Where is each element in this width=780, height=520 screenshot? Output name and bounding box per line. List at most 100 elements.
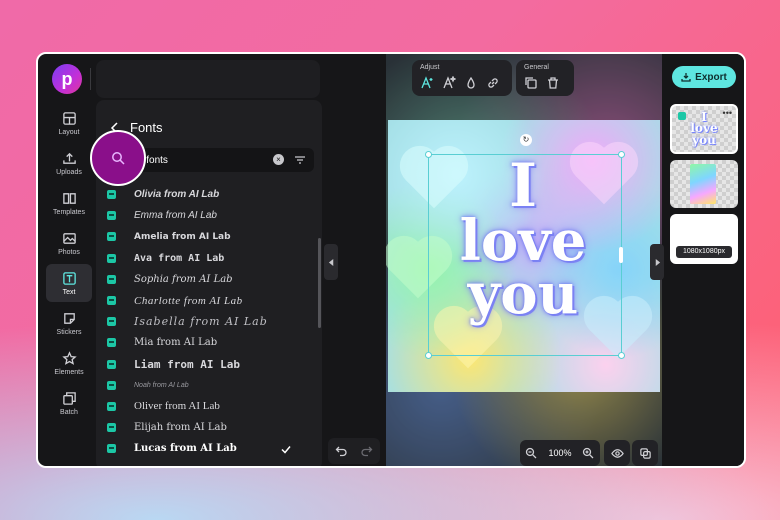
sticker-icon [63, 312, 75, 324]
font-name: Olivia from AI Lab [134, 189, 220, 201]
eye-icon [610, 448, 624, 458]
font-row[interactable]: Charlotte from AI Lab [96, 290, 322, 311]
font-row[interactable]: Liam from AI Lab [96, 354, 322, 375]
nav-label: Templates [53, 208, 85, 216]
star-icon [61, 350, 77, 365]
font-row[interactable]: Noah from AI Lab [96, 375, 322, 396]
left-nav: Layout Uploads Templates Photos Text Sti… [46, 104, 94, 466]
resize-handle[interactable] [618, 151, 625, 158]
ai-font-badge-icon [107, 338, 116, 348]
font-name: Lucas from AI Lab [134, 443, 237, 455]
top-bar [96, 60, 320, 98]
font-name: Oliver from AI Lab [134, 400, 220, 413]
font-name: Mia from AI Lab [134, 337, 218, 349]
font-row[interactable]: Oliver from AI Lab [96, 396, 322, 417]
ai-font-badge-icon [107, 444, 116, 454]
nav-item-stickers[interactable]: Stickers [46, 304, 92, 342]
font-name: Noah from AI Lab [134, 381, 189, 389]
nav-item-photos[interactable]: Photos [46, 224, 92, 262]
ai-font-badge-icon [107, 359, 116, 369]
trash-icon[interactable] [546, 76, 560, 90]
ai-font-badge-icon [107, 190, 116, 200]
batch-icon [62, 391, 76, 405]
rotate-icon[interactable]: ↻ [520, 134, 532, 146]
duplicate-icon[interactable] [524, 76, 538, 90]
collapse-panel-button[interactable] [324, 244, 338, 280]
resize-handle[interactable] [425, 151, 432, 158]
nav-item-text[interactable]: Text [46, 264, 92, 302]
font-row[interactable]: Olivia from AI Lab [96, 184, 322, 205]
undo-redo-group [328, 438, 380, 464]
zoom-in-icon[interactable] [582, 447, 594, 459]
link-icon[interactable] [486, 76, 500, 90]
selection-box[interactable] [425, 151, 625, 359]
page-thumb-image[interactable] [670, 160, 738, 208]
font-name: Charlotte from AI Lab [134, 294, 243, 307]
ai-font-badge-icon [107, 380, 116, 390]
toolbar-label: General [524, 64, 549, 71]
ai-font-badge-icon [107, 401, 116, 411]
font-name: Amelia from AI Lab [134, 231, 231, 242]
page-thumb-background[interactable]: 1080x1080px [670, 214, 738, 264]
page-thumb-text[interactable]: ••• I love you [670, 104, 738, 154]
toolbar-label: Adjust [420, 64, 440, 71]
font-row-selected[interactable]: Lucas from AI Lab [96, 438, 322, 459]
layers-button[interactable] [632, 440, 658, 466]
layout-icon [62, 111, 76, 125]
font-name: Ava from AI Lab [134, 252, 225, 264]
nav-item-batch[interactable]: Batch [46, 384, 92, 422]
export-label: Export [695, 71, 727, 83]
resize-handle[interactable] [425, 352, 432, 359]
filter-icon[interactable] [294, 154, 306, 166]
ai-font-badge-icon [107, 423, 116, 433]
undo-icon[interactable] [335, 445, 347, 457]
text-style-icon[interactable] [420, 76, 434, 90]
book-icon [62, 192, 76, 204]
text-icon [62, 271, 76, 285]
font-name: Elijah from AI Lab [134, 422, 227, 434]
side-resize-handle[interactable] [619, 247, 623, 263]
redo-icon[interactable] [361, 445, 373, 457]
chevron-right-icon [655, 258, 660, 266]
canvas-area[interactable]: I love you ↻ [386, 54, 662, 466]
font-row[interactable]: Emma from AI Lab [96, 205, 322, 226]
font-row[interactable]: Ava from AI Lab [96, 248, 322, 269]
chevron-left-icon [328, 258, 333, 266]
panel-scrollbar[interactable] [318, 238, 321, 328]
search-icon [112, 152, 125, 165]
nav-item-layout[interactable]: Layout [46, 104, 92, 142]
general-toolbar: General [516, 60, 574, 96]
nav-item-uploads[interactable]: Uploads [46, 144, 92, 182]
nav-label: Text [62, 288, 76, 296]
image-icon [62, 232, 76, 244]
ai-font-badge-icon [107, 211, 116, 221]
font-list: Olivia from AI Lab Emma from AI Lab Amel… [96, 184, 322, 459]
nav-item-templates[interactable]: Templates [46, 184, 92, 222]
clear-icon[interactable]: × [273, 154, 284, 165]
font-row[interactable]: Mia from AI Lab [96, 332, 322, 353]
font-row[interactable]: Sophia from AI Lab [96, 269, 322, 290]
app-logo[interactable]: p [52, 64, 82, 94]
nav-label: Uploads [56, 168, 82, 176]
font-row[interactable]: Elijah from AI Lab [96, 417, 322, 438]
nav-label: Layout [58, 128, 80, 136]
droplet-icon[interactable] [464, 76, 478, 90]
font-row[interactable]: Isabella from AI Lab [96, 311, 322, 332]
zoom-value[interactable]: 100% [548, 448, 571, 458]
font-row[interactable]: Amelia from AI Lab [96, 226, 322, 247]
canvas-size-label: 1080x1080px [676, 246, 732, 258]
check-icon [281, 445, 291, 454]
export-button[interactable]: Export [672, 66, 736, 88]
text-effect-icon[interactable] [442, 76, 456, 90]
collapse-pages-button[interactable] [650, 244, 664, 280]
zoom-out-icon[interactable] [525, 447, 537, 459]
resize-handle[interactable] [618, 352, 625, 359]
artboard[interactable]: I love you ↻ [388, 120, 660, 392]
nav-label: Stickers [56, 328, 82, 336]
font-search-input[interactable] [134, 152, 264, 168]
nav-item-elements[interactable]: Elements [46, 344, 92, 382]
thumb-image [690, 164, 716, 204]
fonts-panel: Fonts × Olivia from AI Lab Emma from AI … [90, 100, 322, 466]
font-name: Emma from AI Lab [134, 210, 217, 222]
preview-button[interactable] [604, 440, 630, 466]
